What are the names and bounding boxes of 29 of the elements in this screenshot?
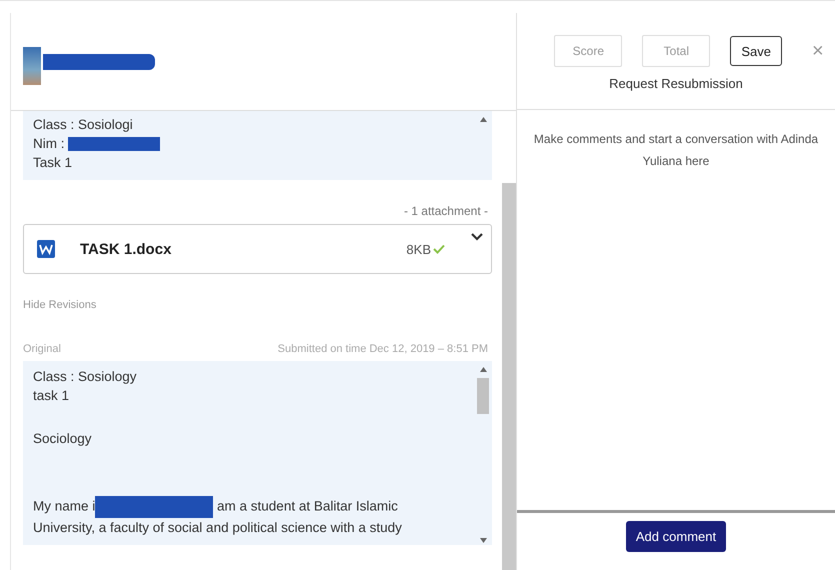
scroll-up-arrow-icon[interactable] [480, 117, 486, 122]
scroll-up-arrow-icon[interactable] [480, 367, 486, 372]
original-text: Class : Sosiology [33, 369, 137, 384]
request-resubmission-link[interactable]: Request Resubmission [609, 76, 743, 91]
total-field[interactable]: Total [642, 35, 710, 67]
submission-text: Class : Sosiologi [33, 117, 133, 132]
chevron-down-icon[interactable] [471, 233, 483, 241]
save-button[interactable]: Save [730, 36, 782, 66]
comments-empty-message: Make comments and start a conversation with Adinda Yuliana here [532, 131, 820, 170]
score-field[interactable]: Score [554, 35, 622, 67]
attachment-file-name: TASK 1.docx [80, 240, 172, 258]
attachment-count: - 1 attachment - [404, 204, 488, 218]
scrollbar-thumb[interactable] [477, 378, 489, 414]
scroll-down-arrow-icon[interactable] [480, 538, 486, 543]
original-label: Original [23, 343, 61, 355]
original-text: Sociology [33, 431, 92, 446]
word-document-icon [36, 239, 56, 259]
scrollbar-thumb[interactable] [502, 183, 516, 570]
original-text: am a student at Balitar Islamic [216, 498, 398, 514]
submission-status: Submitted on time Dec 12, 2019 – 8:51 PM [278, 343, 488, 355]
original-text: University, a faculty of social and political science with a study [33, 520, 402, 535]
original-text: My name i [33, 498, 96, 514]
submission-text: Nim : [33, 136, 66, 151]
add-comment-button[interactable]: Add comment [626, 521, 726, 552]
attachment-file-size: 8KB [406, 242, 431, 256]
attachment-card[interactable]: TASK 1.docx 8KB [23, 224, 492, 274]
avatar-photo-placeholder [23, 46, 41, 84]
original-text: task 1 [33, 388, 70, 403]
submission-text: Task 1 [33, 155, 72, 170]
